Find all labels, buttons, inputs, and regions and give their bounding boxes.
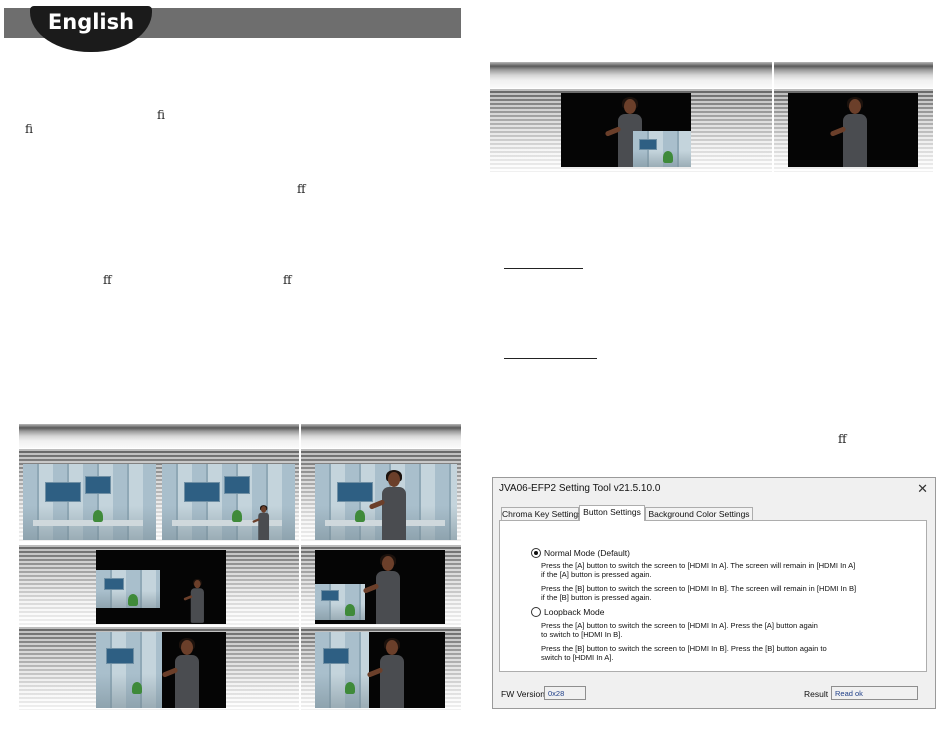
top-comparison-table	[490, 62, 933, 172]
loopback-mode-desc: to switch to [HDMI In B].	[541, 630, 623, 639]
loopback-mode-label: Loopback Mode	[544, 607, 605, 617]
normal-mode-desc: if the [A] button is pressed again.	[541, 570, 652, 579]
scene-image-office	[23, 464, 156, 540]
scene-image-office-half-presenter	[96, 632, 226, 708]
language-label: English	[47, 10, 135, 34]
scene-image-presenter	[788, 93, 918, 167]
ligature-glyph: ﬁ	[25, 122, 34, 136]
table-header-bar	[490, 62, 933, 88]
scene-image-black-pip-office	[96, 550, 226, 624]
button-settings-panel: Normal Mode (Default) Press the [A] butt…	[499, 520, 927, 672]
scene-image-black-pip-presenter	[315, 550, 445, 624]
tab-button-settings[interactable]: Button Settings	[579, 505, 645, 521]
presenter-figure	[366, 638, 409, 708]
presenter-figure	[368, 470, 411, 540]
window-title: JVA06-EFP2 Setting Tool v21.5.10.0	[499, 483, 661, 494]
radio-unselected-icon[interactable]	[531, 607, 541, 617]
column-divider	[772, 62, 774, 172]
presenter-figure	[829, 97, 872, 167]
scene-image-office-half-presenter	[315, 632, 445, 708]
pip-office-image	[633, 131, 691, 167]
presenter-figure	[161, 638, 204, 708]
loopback-mode-option[interactable]: Loopback Mode	[531, 607, 605, 617]
heading-underline	[504, 358, 597, 359]
scene-image-presenter-with-pip	[561, 93, 691, 167]
result-label: Result :	[804, 689, 833, 699]
fw-version-field: 0x28	[544, 686, 586, 700]
normal-mode-label: Normal Mode (Default)	[544, 548, 630, 558]
radio-selected-icon[interactable]	[531, 548, 541, 558]
bottom-comparison-table	[19, 424, 461, 710]
office-half-image	[96, 632, 162, 708]
pip-office-image	[96, 570, 160, 608]
close-icon[interactable]: ✕	[917, 481, 928, 497]
normal-mode-option[interactable]: Normal Mode (Default)	[531, 548, 630, 558]
presenter-figure	[362, 554, 405, 624]
ligature-glyph: ﬀ	[297, 182, 306, 196]
ligature-glyph: ﬀ	[838, 432, 847, 446]
column-divider	[299, 424, 301, 710]
ligature-glyph: ﬁ	[157, 108, 166, 122]
scene-image-office-presenter	[315, 464, 457, 540]
presenter-figure	[183, 578, 207, 623]
table-header-bar	[19, 424, 461, 448]
heading-underline	[504, 268, 583, 269]
fw-version-label: FW Version :	[501, 689, 550, 699]
normal-mode-desc: if the [B] button is pressed again.	[541, 593, 652, 602]
result-field: Read ok	[831, 686, 918, 700]
ligature-glyph: ﬀ	[103, 273, 112, 287]
scene-image-office-small-presenter	[162, 464, 295, 540]
tab-chroma-key-settings[interactable]: Chroma Key Settings	[501, 507, 582, 521]
office-half-image	[315, 632, 369, 708]
pip-office-image	[315, 584, 365, 620]
ligature-glyph: ﬀ	[283, 273, 292, 287]
setting-tool-window: JVA06-EFP2 Setting Tool v21.5.10.0 ✕ Chr…	[492, 477, 936, 709]
loopback-mode-desc: switch to [HDMI In A].	[541, 653, 614, 662]
tab-background-color-settings[interactable]: Background Color Settings	[645, 507, 753, 521]
presenter-figure	[252, 505, 271, 540]
